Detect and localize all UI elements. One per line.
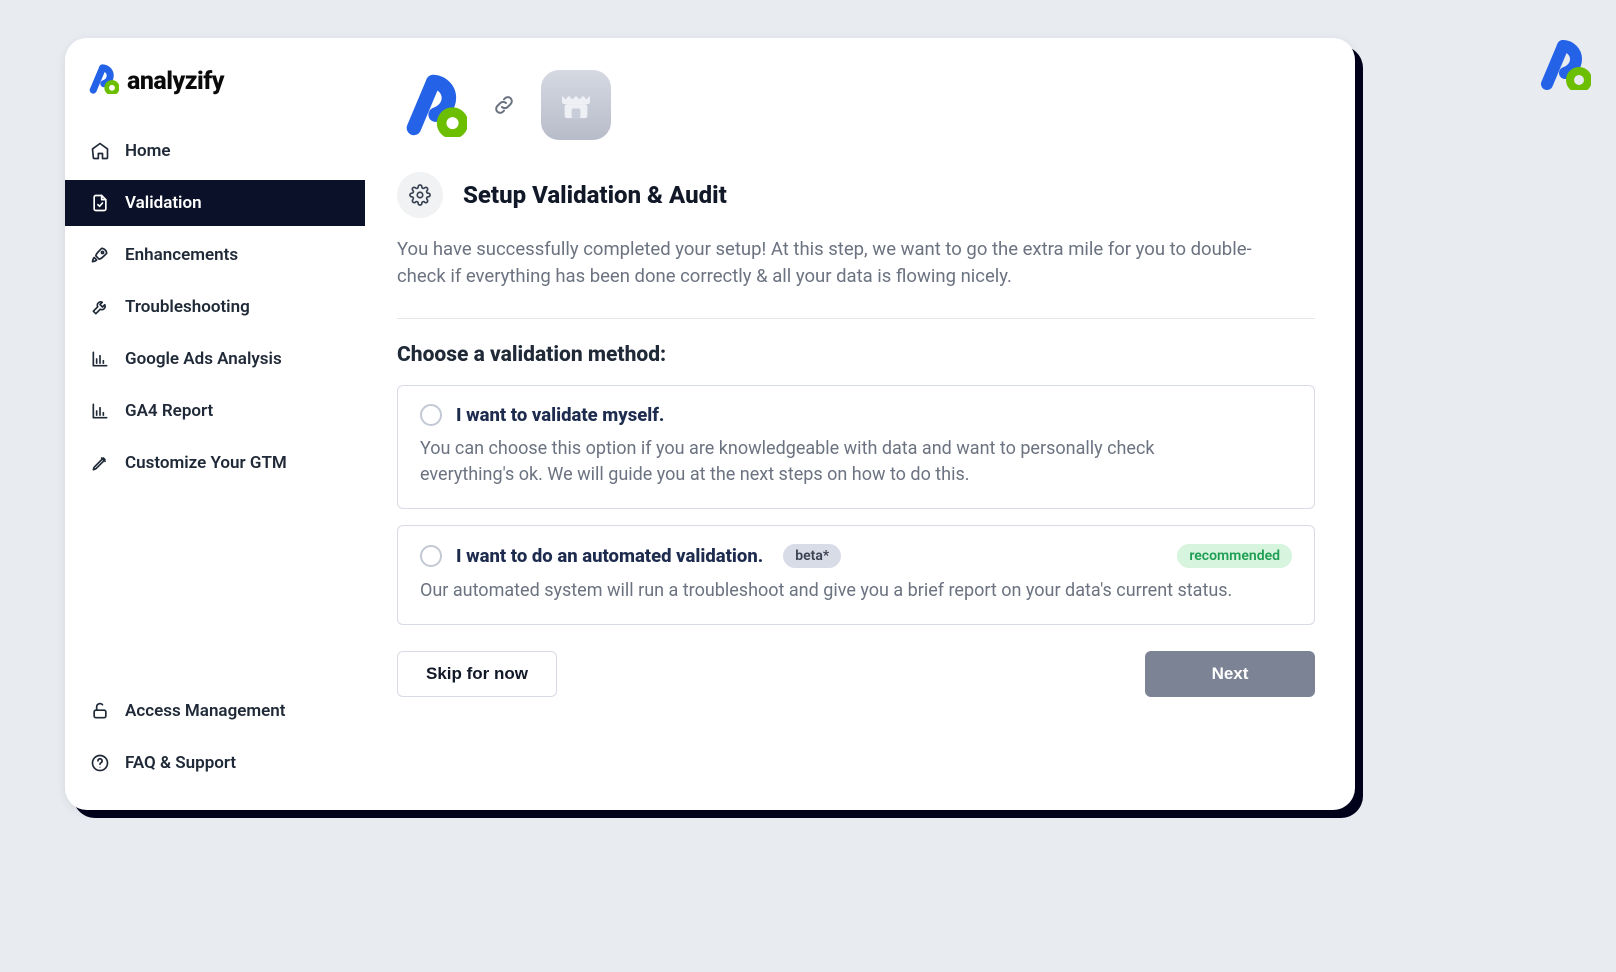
lock-open-icon xyxy=(89,700,111,722)
divider xyxy=(397,318,1315,319)
page-title: Setup Validation & Audit xyxy=(463,181,727,209)
bar-chart-icon xyxy=(89,400,111,422)
sidebar-item-faq-support[interactable]: FAQ & Support xyxy=(65,740,365,786)
sidebar-item-label: Google Ads Analysis xyxy=(125,349,282,369)
sidebar-item-home[interactable]: Home xyxy=(65,128,365,174)
sidebar-nav: Home Validation Enhancements Troubleshoo… xyxy=(65,122,365,492)
skip-button[interactable]: Skip for now xyxy=(397,651,557,697)
beta-badge: beta* xyxy=(783,544,841,568)
sidebar-item-label: FAQ & Support xyxy=(125,753,236,773)
rocket-icon xyxy=(89,244,111,266)
validation-options: I want to validate myself. You can choos… xyxy=(397,385,1315,625)
section-title-row: Setup Validation & Audit xyxy=(397,172,1315,218)
sidebar-item-label: Customize Your GTM xyxy=(125,453,287,473)
page-lead: You have successfully completed your set… xyxy=(397,236,1277,290)
sidebar-item-label: Validation xyxy=(125,193,202,213)
wrench-icon xyxy=(89,296,111,318)
floating-brand-logo xyxy=(1533,40,1591,94)
bar-chart-icon xyxy=(89,348,111,370)
sidebar-item-ga4-report[interactable]: GA4 Report xyxy=(65,388,365,434)
option-title: I want to validate myself. xyxy=(456,404,664,426)
option-desc: You can choose this option if you are kn… xyxy=(420,436,1240,488)
option-title: I want to do an automated validation. xyxy=(456,545,763,567)
integration-header xyxy=(397,70,1315,140)
option-validate-myself[interactable]: I want to validate myself. You can choos… xyxy=(397,385,1315,509)
sidebar-item-label: GA4 Report xyxy=(125,401,213,421)
sidebar-item-access-management[interactable]: Access Management xyxy=(65,688,365,734)
help-circle-icon xyxy=(89,752,111,774)
radio-icon xyxy=(420,404,442,426)
sidebar-item-troubleshooting[interactable]: Troubleshooting xyxy=(65,284,365,330)
doc-check-icon xyxy=(89,192,111,214)
main-content: Setup Validation & Audit You have succes… xyxy=(365,38,1355,810)
option-desc: Our automated system will run a troubles… xyxy=(420,578,1240,604)
home-icon xyxy=(89,140,111,162)
sidebar-item-customize-gtm[interactable]: Customize Your GTM xyxy=(65,440,365,486)
sidebar-item-label: Troubleshooting xyxy=(125,297,250,317)
sidebar-item-label: Enhancements xyxy=(125,245,238,265)
app-window: analyzify Home Validation Enhancements xyxy=(65,38,1355,810)
pencil-icon xyxy=(89,452,111,474)
next-button[interactable]: Next xyxy=(1145,651,1315,697)
choose-method-label: Choose a validation method: xyxy=(397,343,1315,367)
option-automated-validation[interactable]: I want to do an automated validation. be… xyxy=(397,525,1315,625)
sidebar-item-google-ads[interactable]: Google Ads Analysis xyxy=(65,336,365,382)
gear-icon xyxy=(397,172,443,218)
sidebar-item-validation[interactable]: Validation xyxy=(65,180,365,226)
action-row: Skip for now Next xyxy=(397,651,1315,697)
link-icon xyxy=(489,90,519,120)
brand: analyzify xyxy=(65,60,365,118)
brand-logo-icon xyxy=(85,64,119,98)
radio-icon xyxy=(420,545,442,567)
sidebar-item-label: Access Management xyxy=(125,701,286,721)
sidebar-item-enhancements[interactable]: Enhancements xyxy=(65,232,365,278)
store-app-icon xyxy=(541,70,611,140)
recommended-badge: recommended xyxy=(1177,544,1292,568)
sidebar-bottom-nav: Access Management FAQ & Support xyxy=(65,682,365,792)
analyzify-logo-large xyxy=(397,70,467,140)
sidebar: analyzify Home Validation Enhancements xyxy=(65,38,365,810)
sidebar-item-label: Home xyxy=(125,141,171,161)
brand-wordmark: analyzify xyxy=(127,67,224,96)
